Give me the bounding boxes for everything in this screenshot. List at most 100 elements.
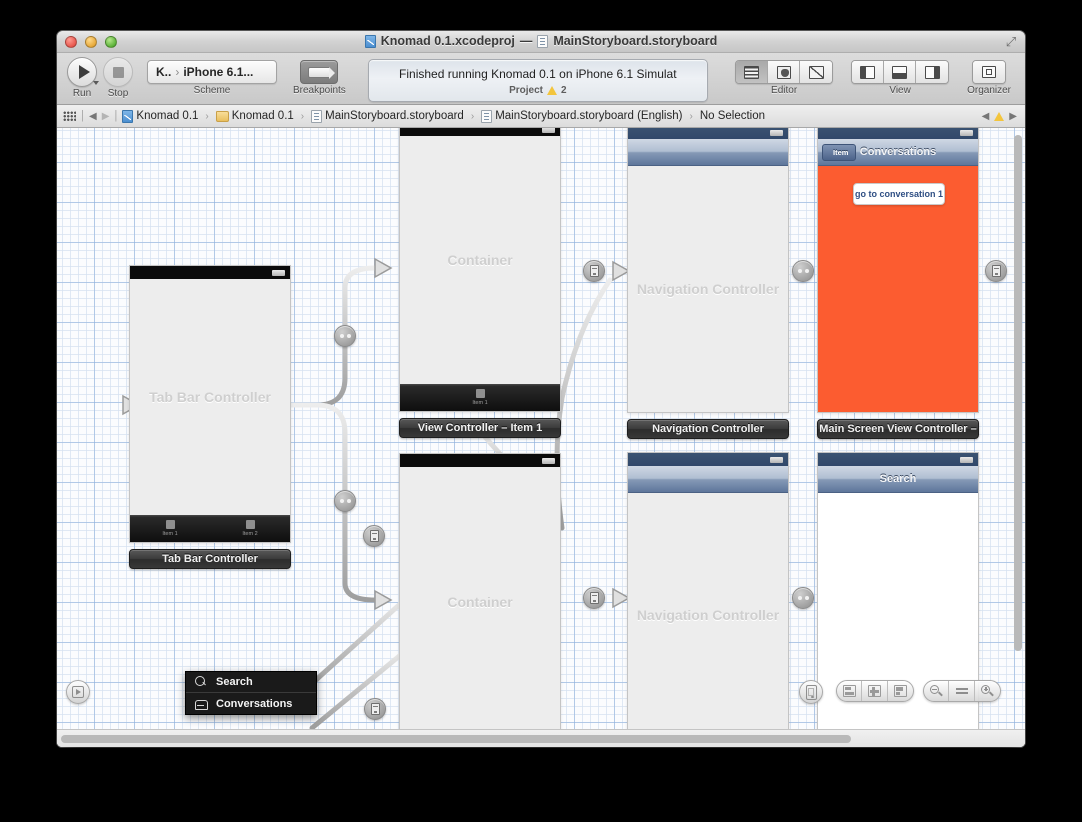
layout-buttons-group[interactable] xyxy=(836,680,914,702)
breadcrumb-item-storyboard[interactable]: MainStoryboard.storyboard xyxy=(311,109,464,123)
scene-view-controller-item-2[interactable]: Container xyxy=(399,453,561,738)
device-frame[interactable]: Navigation Controller xyxy=(627,452,789,738)
toggle-utilities-button[interactable] xyxy=(916,61,949,83)
embed-segue-node-2[interactable] xyxy=(583,587,605,609)
resize-button[interactable] xyxy=(862,681,888,701)
scene-navigation-controller-top[interactable]: Navigation Controller Navigation Control… xyxy=(627,128,789,439)
tab-bar[interactable]: Item 1 xyxy=(400,384,560,411)
horizontal-scroll-thumb[interactable] xyxy=(61,735,851,743)
breadcrumb-chevron-icon: › xyxy=(205,110,209,122)
scene-label-view-controller-item-1[interactable]: View Controller – Item 1 xyxy=(399,418,561,438)
relationship-segue-node-1[interactable] xyxy=(334,325,356,347)
editor-mode-segmented-control[interactable] xyxy=(735,60,834,84)
organizer-button-wrap[interactable] xyxy=(972,60,1007,84)
standard-editor-icon xyxy=(744,65,760,79)
storyboard-canvas[interactable]: Tab Bar Controller Item 1 Item 2 Tab Bar… xyxy=(57,128,1025,747)
run-button[interactable] xyxy=(67,57,99,87)
device-orientation-button[interactable] xyxy=(799,680,823,704)
nav-back-button[interactable]: Item xyxy=(822,144,857,161)
scene-body[interactable]: go to conversation 1 xyxy=(818,166,978,412)
tab-item-label: Item 1 xyxy=(472,400,488,406)
breadcrumb-item-storyboard-english[interactable]: MainStoryboard.storyboard (English) xyxy=(481,109,682,123)
relationship-segue-node-2[interactable] xyxy=(334,490,356,512)
next-issue-button[interactable]: ▶ xyxy=(1009,111,1017,122)
tab-bar[interactable]: Item 1 Item 2 xyxy=(130,515,290,542)
related-items-icon[interactable] xyxy=(63,110,76,122)
battery-icon xyxy=(960,130,973,136)
editor-standard-button[interactable] xyxy=(736,61,769,83)
embed-segue-node-1[interactable] xyxy=(583,260,605,282)
navigation-bar[interactable] xyxy=(628,466,788,493)
navigation-bar[interactable] xyxy=(628,139,788,166)
relationship-icon xyxy=(797,596,809,600)
stop-button[interactable] xyxy=(103,57,133,87)
previous-issue-button[interactable]: ◀ xyxy=(982,111,990,122)
navigation-bar[interactable]: Search xyxy=(818,466,978,493)
zoom-buttons-group[interactable] xyxy=(923,680,1001,702)
root-relationship-node-1[interactable] xyxy=(792,260,814,282)
zoom-in-button[interactable] xyxy=(975,681,1000,701)
scheme-selector[interactable]: K.. › iPhone 6.1... xyxy=(147,60,277,84)
scene-view-controller-item-1[interactable]: Container Item 1 View Controller – Item … xyxy=(399,128,561,438)
go-to-conversation-button[interactable]: go to conversation 1 xyxy=(853,183,945,205)
popup-item-search[interactable]: Search xyxy=(186,672,316,693)
device-frame[interactable]: Navigation Controller xyxy=(627,128,789,413)
device-frame[interactable]: Tab Bar Controller Item 1 Item 2 xyxy=(129,265,291,543)
popup-item-conversations[interactable]: Conversations xyxy=(186,693,316,714)
breadcrumb-item-folder[interactable]: Knomad 0.1 xyxy=(215,110,294,122)
horizontal-scrollbar[interactable] xyxy=(61,733,1009,744)
view-toggle-segmented-control[interactable] xyxy=(851,60,950,84)
breadcrumb-item-selection[interactable]: No Selection xyxy=(700,110,765,122)
scene-ghost-label: Tab Bar Controller xyxy=(149,389,271,405)
scene-main-screen-view-controller[interactable]: Item Conversations go to conversation 1 … xyxy=(817,128,979,439)
scene-body[interactable]: Navigation Controller xyxy=(628,493,788,737)
editor-version-button[interactable] xyxy=(800,61,833,83)
fullscreen-button[interactable]: ⤢ xyxy=(1004,35,1018,49)
scene-body[interactable]: Navigation Controller xyxy=(628,166,788,412)
tab-bar-items-popup[interactable]: Search Conversations xyxy=(185,671,317,715)
vertical-scrollbar[interactable] xyxy=(1012,133,1023,727)
navigation-bar[interactable]: Item Conversations xyxy=(818,139,978,166)
scene-label-main-screen-view-controller[interactable]: Main Screen View Controller – xyxy=(817,419,979,439)
scene-label-tab-bar-controller[interactable]: Tab Bar Controller xyxy=(129,549,291,569)
version-editor-icon xyxy=(808,65,824,79)
relationship-icon xyxy=(339,499,351,503)
tab-bar-item-2[interactable]: Item 2 xyxy=(210,515,290,542)
go-forward-button[interactable]: ▶ xyxy=(102,111,110,122)
toggle-debug-area-button[interactable] xyxy=(884,61,917,83)
zoom-out-button[interactable] xyxy=(924,681,950,701)
vertical-scroll-thumb[interactable] xyxy=(1014,135,1022,651)
organizer-label: Organizer xyxy=(967,85,1011,96)
status-bar xyxy=(818,453,978,466)
tab-bar-item-1[interactable]: Item 1 xyxy=(130,515,210,542)
embed-segue-node-3[interactable] xyxy=(363,525,385,547)
editor-assistant-button[interactable] xyxy=(768,61,801,83)
go-back-button[interactable]: ◀ xyxy=(89,111,97,122)
window-title-project: Knomad 0.1.xcodeproj xyxy=(380,34,515,48)
device-frame[interactable]: Item Conversations go to conversation 1 xyxy=(817,128,979,413)
scene-label-navigation-controller[interactable]: Navigation Controller xyxy=(627,419,789,439)
breakpoints-button[interactable] xyxy=(300,60,339,84)
scene-body[interactable]: Container xyxy=(400,467,560,737)
scene-tab-bar-controller[interactable]: Tab Bar Controller Item 1 Item 2 Tab Bar… xyxy=(129,265,291,569)
breakpoints-group: Breakpoints xyxy=(293,57,346,96)
push-segue-node[interactable] xyxy=(985,260,1007,282)
device-frame[interactable]: Container Item 1 xyxy=(399,128,561,412)
device-frame[interactable]: Container xyxy=(399,453,561,738)
arrange-button[interactable] xyxy=(888,681,913,701)
tab-bar-item-1[interactable]: Item 1 xyxy=(400,384,560,411)
animate-button[interactable] xyxy=(66,680,90,704)
scene-navigation-controller-bottom[interactable]: Navigation Controller xyxy=(627,452,789,738)
root-relationship-node-2[interactable] xyxy=(792,587,814,609)
nav-bar-title: Search xyxy=(879,473,917,485)
zoom-actual-size-button[interactable] xyxy=(949,681,975,701)
align-button[interactable] xyxy=(837,681,863,701)
scene-body[interactable]: Tab Bar Controller xyxy=(130,279,290,515)
embed-segue-node-4[interactable] xyxy=(364,698,386,720)
breadcrumb-item-project[interactable]: Knomad 0.1 xyxy=(122,109,198,123)
window-titlebar: Knomad 0.1.xcodeproj — MainStoryboard.st… xyxy=(57,31,1025,53)
organizer-button[interactable] xyxy=(973,61,1006,83)
debug-panel-icon xyxy=(892,65,908,79)
scene-body[interactable]: Container xyxy=(400,136,560,384)
toggle-navigator-button[interactable] xyxy=(852,61,885,83)
